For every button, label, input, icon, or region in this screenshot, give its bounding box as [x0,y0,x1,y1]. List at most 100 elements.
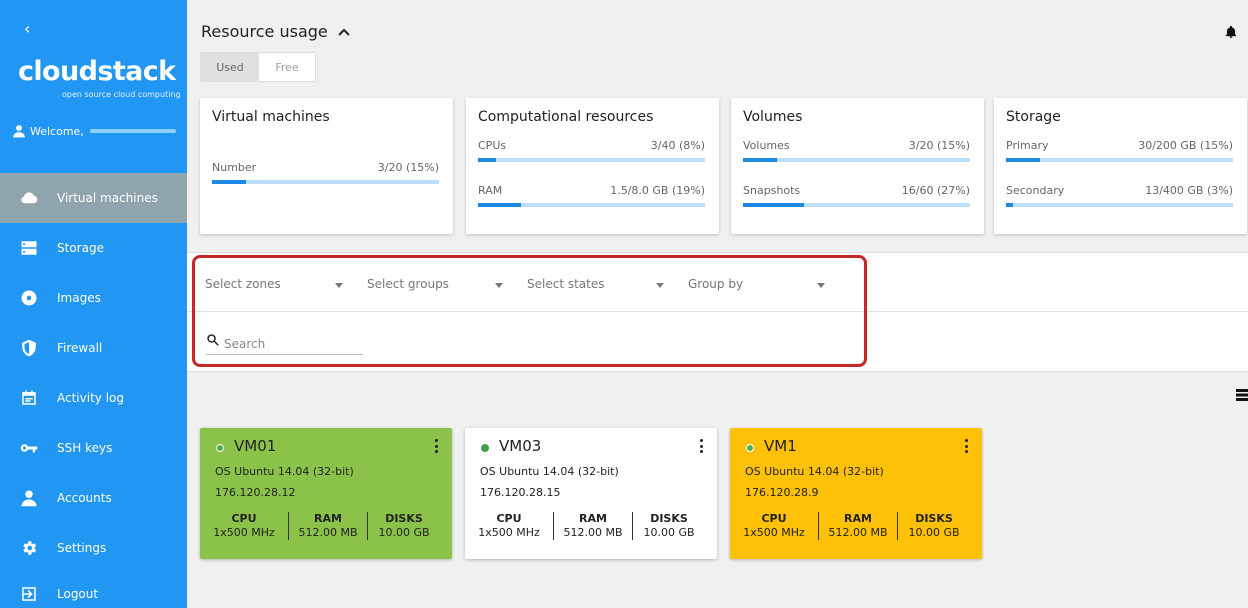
sidebar-item-label: Virtual machines [57,191,158,205]
calendar-icon [19,388,39,408]
shield-icon [19,338,39,358]
vm-name: VM01 [234,437,277,455]
highlight-annotation [192,255,867,367]
chevron-up-icon[interactable] [338,27,350,37]
person-icon [19,488,39,508]
vm-card[interactable]: VM03 OS Ubuntu 14.04 (32-bit) 176.120.28… [465,428,717,559]
metric-value: 13/400 GB (3%) [1145,184,1233,197]
toggle-used[interactable]: Used [201,53,259,81]
sidebar-item-virtual-machines[interactable]: Virtual machines [0,173,187,223]
progress-fill [743,158,778,162]
vm-name: VM1 [764,437,797,455]
sidebar-item-label: Firewall [57,341,103,355]
progress-fill [478,203,522,207]
progress-bar [1006,203,1233,207]
storage-icon [19,238,39,258]
sidebar: ‹ cloudstack open source cloud computing… [0,0,187,608]
card-computational-resources: Computational resources CPUs 3/40 (8%) RA… [466,98,719,234]
metric-label: Secondary [1006,184,1065,197]
vm-os: OS Ubuntu 14.04 (32-bit) [745,465,884,478]
progress-fill [1006,203,1013,207]
spec-value: 512.00 MB [828,526,888,539]
section-title: Resource usage [201,22,328,41]
sidebar-item-settings[interactable]: Settings [0,523,187,573]
list-view-icon[interactable] [1236,389,1248,401]
spec-label: CPU [761,512,787,525]
metric-number: Number 3/20 (15%) [212,161,439,184]
sidebar-item-label: SSH keys [57,441,113,455]
spec-label: CPU [496,512,522,525]
metric-value: 3/20 (15%) [908,139,970,152]
spec-value: 1x500 MHz [478,526,540,539]
metric-value: 1.5/8.0 GB (19%) [610,184,705,197]
progress-bar [212,180,439,184]
filter-panel: Select zones Select groups Select states… [187,252,1248,372]
username-redacted [89,129,176,133]
sidebar-item-label: Settings [57,541,107,555]
card-title: Virtual machines [212,109,330,125]
metric-snapshots: Snapshots 16/60 (27%) [743,184,970,207]
sidebar-item-accounts[interactable]: Accounts [0,473,187,523]
card-volumes: Volumes Volumes 3/20 (15%) Snapshots 16/60… [731,98,984,234]
card-title: Computational resources [478,109,654,125]
logo: cloudstack [18,56,176,87]
logo-tagline: open source cloud computing [62,90,181,99]
status-dot [481,444,489,452]
person-icon [13,125,25,138]
vm-cpu: CPU 1x500 MHz [465,512,553,540]
status-dot [216,444,224,452]
spec-value: 10.00 GB [378,526,430,539]
welcome-label: Welcome, [30,124,84,138]
card-title: Storage [1006,109,1061,125]
spec-label: RAM [844,512,872,525]
collapse-sidebar-icon[interactable]: ‹ [24,20,30,38]
sidebar-item-storage[interactable]: Storage [0,223,187,273]
sidebar-item-firewall[interactable]: Firewall [0,323,187,373]
spec-value: 1x500 MHz [743,526,805,539]
metric-label: Primary [1006,139,1049,152]
metric-value: 3/20 (15%) [377,161,439,174]
resource-usage-header[interactable]: Resource usage [201,22,350,41]
spec-value: 10.00 GB [908,526,960,539]
sidebar-item-activity-log[interactable]: Activity log [0,373,187,423]
vm-ip: 176.120.28.9 [745,486,819,499]
progress-bar [478,158,705,162]
gear-icon [19,538,39,558]
sidebar-item-images[interactable]: Images [0,273,187,323]
spec-value: 512.00 MB [563,526,623,539]
sidebar-item-logout[interactable]: Logout [0,569,187,608]
metric-label: Number [212,161,257,174]
metric-label: Volumes [743,139,790,152]
more-vert-icon[interactable] [964,439,968,453]
more-vert-icon[interactable] [699,439,703,453]
sidebar-item-label: Accounts [57,491,112,505]
sidebar-item-label: Activity log [57,391,124,405]
spec-label: DISKS [650,512,688,525]
sidebar-item-ssh-keys[interactable]: SSH keys [0,423,187,473]
card-virtual-machines: Virtual machines Number 3/20 (15%) [200,98,453,234]
disc-icon [19,288,39,308]
spec-label: CPU [231,512,257,525]
cloud-icon [19,188,39,208]
spec-value: 1x500 MHz [213,526,275,539]
progress-bar [743,203,970,207]
vm-name: VM03 [499,437,542,455]
progress-fill [478,158,497,162]
sidebar-item-label: Logout [57,587,99,601]
more-vert-icon[interactable] [434,439,438,453]
metric-label: RAM [478,184,503,197]
vm-card[interactable]: VM1 OS Ubuntu 14.04 (32-bit) 176.120.28.… [730,428,982,559]
toggle-free[interactable]: Free [259,53,315,81]
vm-os: OS Ubuntu 14.04 (32-bit) [215,465,354,478]
progress-bar [1006,158,1233,162]
metric-label: CPUs [478,139,507,152]
progress-bar [478,203,705,207]
welcome-user[interactable]: Welcome, [12,124,176,138]
key-icon [19,438,39,458]
metric-value: 30/200 GB (15%) [1138,139,1233,152]
bell-icon[interactable] [1224,24,1238,40]
vm-card[interactable]: VM01 OS Ubuntu 14.04 (32-bit) 176.120.28… [200,428,452,559]
vm-ram: RAM 512.00 MB [553,512,633,540]
spec-label: RAM [314,512,342,525]
metric-label: Snapshots [743,184,801,197]
